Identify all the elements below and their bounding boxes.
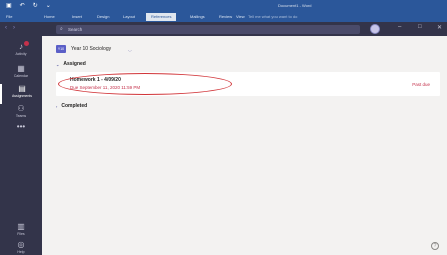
status-badge: Past due bbox=[412, 82, 430, 87]
more-icon: ••• bbox=[16, 122, 26, 131]
search-placeholder: Search bbox=[68, 27, 83, 32]
tab-insert[interactable]: Insert bbox=[72, 14, 82, 19]
maximize-icon[interactable]: □ bbox=[418, 24, 422, 30]
avatar[interactable] bbox=[370, 24, 380, 34]
ribbon-tabs: File Home Insert Design Layout Reference… bbox=[0, 12, 447, 22]
class-selector[interactable]: Y10 Year 10 Sociology ◡ bbox=[56, 44, 132, 54]
document-title: Document1 - Word bbox=[278, 3, 312, 8]
completed-section-header[interactable]: › Completed bbox=[56, 103, 87, 109]
chevron-down-icon: ◡ bbox=[128, 46, 132, 52]
teams-icon: ⚇ bbox=[17, 104, 25, 113]
rail-item-files[interactable]: ▥ Files bbox=[0, 222, 42, 242]
assignment-card[interactable]: Homework 1 - 4/09/20 Due September 11, 2… bbox=[56, 72, 440, 96]
assigned-label: Assigned bbox=[63, 61, 86, 67]
nav-arrows: ‹ › bbox=[5, 25, 15, 31]
assignments-icon: ▤ bbox=[18, 84, 26, 93]
app-rail: ♪ Activity ▦ Calendar ▤ Assignments ⚇ Te… bbox=[0, 36, 42, 255]
rail-item-help[interactable]: ◎ Help bbox=[0, 240, 42, 255]
tell-me-box[interactable]: Tell me what you want to do bbox=[248, 14, 297, 19]
class-avatar: Y10 bbox=[56, 45, 66, 53]
tab-view[interactable]: View bbox=[236, 14, 245, 19]
help-icon[interactable]: ? bbox=[431, 242, 439, 250]
rail-item-activity[interactable]: ♪ Activity bbox=[0, 41, 42, 62]
minimize-icon[interactable]: – bbox=[398, 24, 401, 30]
tab-file[interactable]: File bbox=[6, 14, 12, 19]
more-icon[interactable]: ⌄ bbox=[46, 2, 51, 9]
save-icon[interactable]: ▣ bbox=[6, 2, 12, 9]
notification-badge bbox=[24, 41, 29, 46]
search-icon: ⌕ bbox=[60, 26, 63, 32]
back-icon[interactable]: ‹ bbox=[5, 25, 7, 31]
assigned-section-header[interactable]: ⌄ Assigned bbox=[56, 61, 86, 67]
red-highlight-ellipse bbox=[58, 73, 232, 95]
tab-mailings[interactable]: Mailings bbox=[190, 14, 205, 19]
tab-design[interactable]: Design bbox=[97, 14, 109, 19]
completed-label: Completed bbox=[61, 103, 88, 109]
files-icon: ▥ bbox=[17, 222, 25, 231]
close-icon[interactable]: ✕ bbox=[437, 24, 442, 31]
help-icon: ◎ bbox=[17, 240, 25, 249]
chevron-down-icon: ⌄ bbox=[56, 61, 60, 67]
rail-item-calendar[interactable]: ▦ Calendar bbox=[0, 64, 42, 84]
rail-item-more[interactable]: ••• bbox=[0, 122, 42, 142]
assignments-pane: Y10 Year 10 Sociology ◡ ⌄ Assigned Homew… bbox=[42, 36, 447, 255]
bell-icon: ♪ bbox=[19, 42, 23, 51]
forward-icon[interactable]: › bbox=[13, 25, 15, 31]
rail-item-assignments[interactable]: ▤ Assignments bbox=[0, 84, 42, 104]
teams-top-bar: ‹ › ⌕ Search – □ ✕ bbox=[0, 22, 447, 36]
tab-references[interactable]: References bbox=[146, 13, 177, 21]
tab-home[interactable]: Home bbox=[44, 14, 55, 19]
redo-icon[interactable]: ↻ bbox=[33, 2, 38, 9]
search-input[interactable]: ⌕ Search bbox=[56, 25, 360, 34]
word-title-bar: ▣ ↶ ↻ ⌄ Document1 - Word bbox=[0, 0, 447, 12]
calendar-icon: ▦ bbox=[17, 64, 25, 73]
class-name: Year 10 Sociology bbox=[71, 46, 112, 52]
quick-access-toolbar: ▣ ↶ ↻ ⌄ bbox=[6, 2, 51, 9]
rail-item-teams[interactable]: ⚇ Teams bbox=[0, 104, 42, 124]
chevron-right-icon: › bbox=[56, 103, 58, 109]
tab-review[interactable]: Review bbox=[219, 14, 232, 19]
undo-icon[interactable]: ↶ bbox=[20, 2, 25, 9]
tab-layout[interactable]: Layout bbox=[123, 14, 135, 19]
